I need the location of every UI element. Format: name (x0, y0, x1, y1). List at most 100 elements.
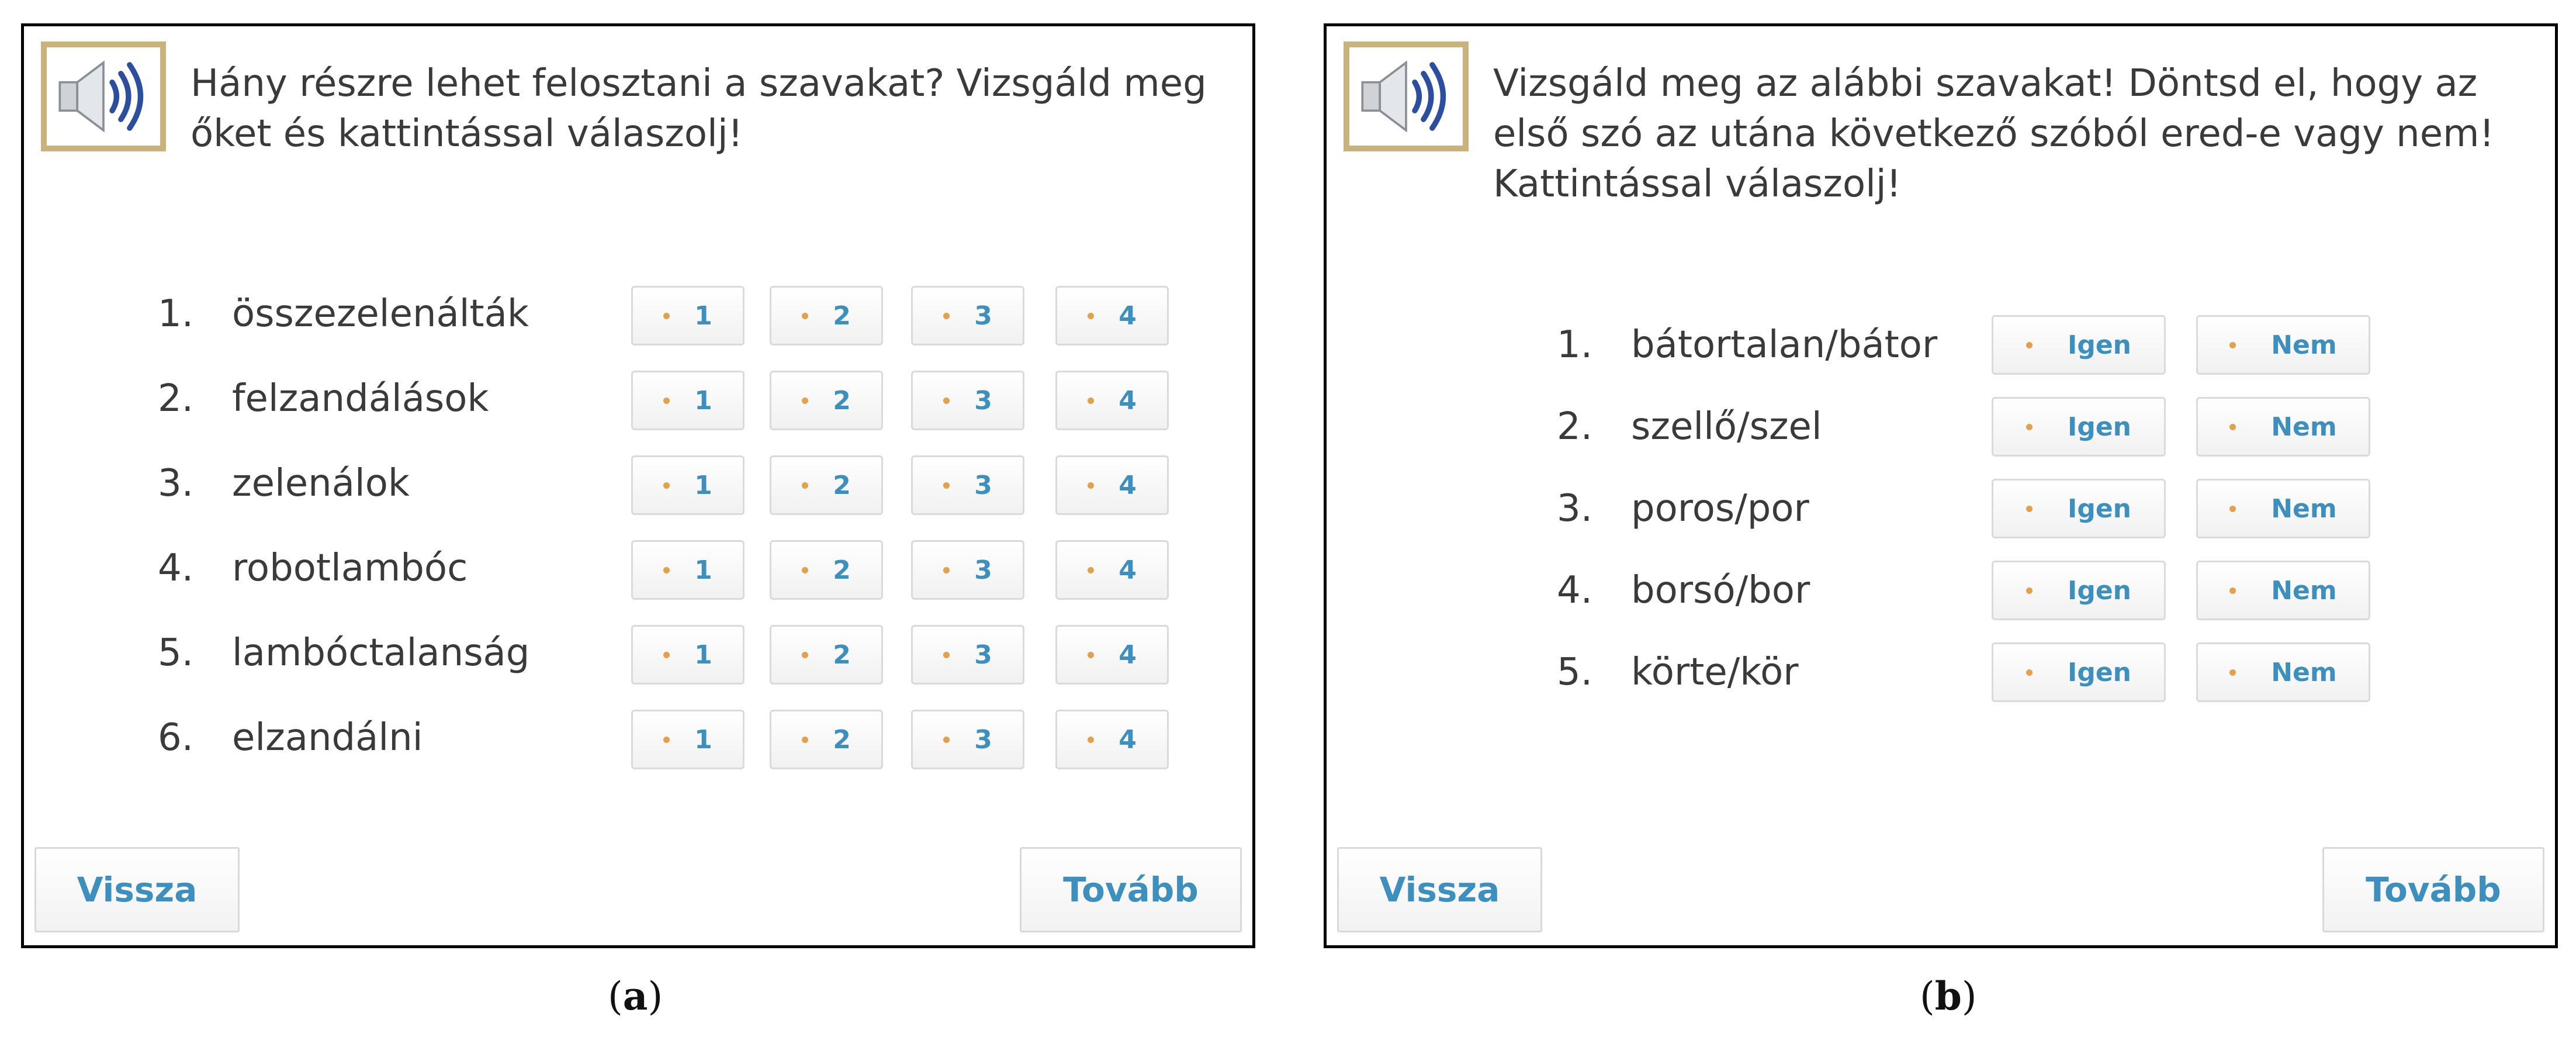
yes-button[interactable]: Igen (1992, 315, 2166, 375)
bullet-icon (2026, 423, 2033, 430)
option-label: 4 (1119, 470, 1137, 500)
option-label: 4 (1119, 555, 1137, 585)
bullet-icon (802, 736, 809, 743)
item-word: bátortalan/bátor (1631, 323, 1938, 367)
option-label: 1 (694, 724, 712, 755)
option-label: 3 (974, 724, 992, 755)
item-word: poros/por (1631, 487, 1809, 530)
no-button[interactable]: Nem (2196, 397, 2370, 457)
option-1-button[interactable]: 1 (631, 286, 745, 345)
option-label: 1 (694, 555, 712, 585)
option-label: 2 (833, 385, 851, 416)
bullet-icon (943, 651, 950, 658)
option-2-button[interactable]: 2 (770, 455, 883, 515)
option-2-button[interactable]: 2 (770, 710, 883, 769)
option-1-button[interactable]: 1 (631, 625, 745, 685)
option-3-button[interactable]: 3 (911, 540, 1024, 600)
speaker-icon[interactable] (41, 42, 166, 151)
option-4-button[interactable]: 4 (1055, 286, 1169, 345)
option-label: 3 (974, 300, 992, 331)
option-label: Nem (2271, 657, 2337, 687)
item-word: szellő/szel (1631, 405, 1822, 448)
bullet-icon (2229, 341, 2236, 348)
bullet-icon (1088, 736, 1095, 743)
option-label: 3 (974, 470, 992, 500)
option-label: 2 (833, 300, 851, 331)
bullet-icon (802, 397, 809, 404)
option-1-button[interactable]: 1 (631, 710, 745, 769)
bullet-icon (2229, 423, 2236, 430)
caption-letter: a (622, 973, 648, 1019)
option-1-button[interactable]: 1 (631, 540, 745, 600)
no-button[interactable]: Nem (2196, 561, 2370, 620)
bullet-icon (943, 566, 950, 573)
item-word: borsó/bor (1631, 569, 1810, 612)
option-label: 4 (1119, 300, 1137, 331)
yes-button[interactable]: Igen (1992, 561, 2166, 620)
option-label: Igen (2067, 330, 2132, 360)
option-label: 4 (1119, 640, 1137, 670)
item-word: elzandálni (232, 716, 423, 759)
option-label: 1 (694, 470, 712, 500)
bullet-icon (663, 736, 670, 743)
option-label: 3 (974, 640, 992, 670)
item-number: 5. (1557, 651, 1593, 694)
item-number: 4. (158, 547, 194, 590)
option-4-button[interactable]: 4 (1055, 625, 1169, 685)
option-label: 3 (974, 385, 992, 416)
bullet-icon (663, 397, 670, 404)
next-button[interactable]: Tovább (1020, 847, 1242, 932)
item-number: 3. (158, 462, 194, 505)
bullet-icon (2026, 669, 2033, 676)
item-word: felzandálások (232, 377, 489, 420)
option-2-button[interactable]: 2 (770, 625, 883, 685)
item-number: 6. (158, 716, 194, 759)
bullet-icon (1088, 482, 1095, 489)
option-2-button[interactable]: 2 (770, 540, 883, 600)
bullet-icon (2229, 505, 2236, 512)
option-4-button[interactable]: 4 (1055, 455, 1169, 515)
bullet-icon (2026, 341, 2033, 348)
option-3-button[interactable]: 3 (911, 371, 1024, 430)
no-button[interactable]: Nem (2196, 315, 2370, 375)
option-label: Igen (2067, 493, 2132, 524)
option-1-button[interactable]: 1 (631, 455, 745, 515)
option-4-button[interactable]: 4 (1055, 371, 1169, 430)
yes-button[interactable]: Igen (1992, 397, 2166, 457)
item-word: zelenálok (232, 462, 410, 505)
back-button[interactable]: Vissza (34, 847, 240, 932)
bullet-icon (802, 482, 809, 489)
yes-button[interactable]: Igen (1992, 642, 2166, 702)
item-word: robotlambóc (232, 547, 468, 590)
caption-letter: b (1934, 973, 1962, 1019)
item-number: 5. (158, 631, 194, 675)
bullet-icon (663, 312, 670, 319)
no-button[interactable]: Nem (2196, 479, 2370, 538)
option-3-button[interactable]: 3 (911, 286, 1024, 345)
option-4-button[interactable]: 4 (1055, 710, 1169, 769)
back-button[interactable]: Vissza (1337, 847, 1542, 932)
next-button[interactable]: Tovább (2322, 847, 2544, 932)
option-label: 3 (974, 555, 992, 585)
no-button[interactable]: Nem (2196, 642, 2370, 702)
option-2-button[interactable]: 2 (770, 371, 883, 430)
option-3-button[interactable]: 3 (911, 710, 1024, 769)
option-label: Igen (2067, 657, 2132, 687)
speaker-icon[interactable] (1344, 42, 1469, 151)
bullet-icon (2026, 587, 2033, 594)
option-label: 1 (694, 300, 712, 331)
bullet-icon (663, 566, 670, 573)
option-3-button[interactable]: 3 (911, 455, 1024, 515)
bullet-icon (1088, 566, 1095, 573)
option-label: 4 (1119, 385, 1137, 416)
option-2-button[interactable]: 2 (770, 286, 883, 345)
yes-button[interactable]: Igen (1992, 479, 2166, 538)
bullet-icon (802, 566, 809, 573)
option-label: 2 (833, 555, 851, 585)
item-word: körte/kör (1631, 651, 1799, 694)
option-4-button[interactable]: 4 (1055, 540, 1169, 600)
caption-b: (b) (1920, 973, 1977, 1019)
bullet-icon (943, 482, 950, 489)
option-3-button[interactable]: 3 (911, 625, 1024, 685)
option-1-button[interactable]: 1 (631, 371, 745, 430)
